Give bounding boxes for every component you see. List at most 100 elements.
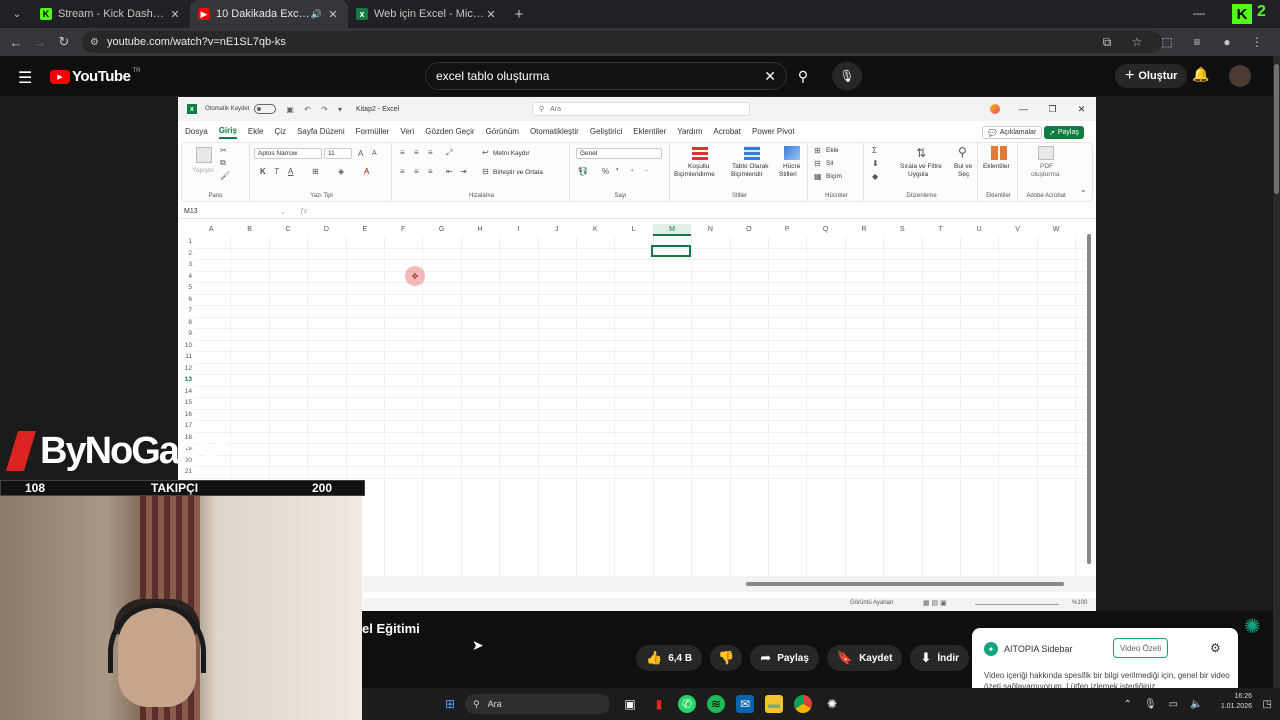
- ribbon-tab[interactable]: Acrobat: [713, 127, 741, 138]
- increase-font-icon[interactable]: A: [358, 149, 363, 158]
- new-tab-button[interactable]: +: [506, 6, 532, 23]
- ribbon-tab[interactable]: Sayfa Düzeni: [297, 127, 345, 138]
- excel-search-input[interactable]: ⚲ Ara: [532, 102, 750, 116]
- cell-styles-label[interactable]: Hücre: [783, 163, 800, 170]
- row-header[interactable]: 11: [178, 351, 192, 363]
- ribbon-tab[interactable]: Giriş: [218, 126, 237, 139]
- red-app-icon[interactable]: ▮: [650, 695, 668, 713]
- column-header[interactable]: V: [998, 224, 1036, 236]
- chevron-down-icon[interactable]: ⌄: [280, 208, 286, 216]
- increase-indent-icon[interactable]: ⇥: [460, 167, 467, 176]
- column-header[interactable]: T: [922, 224, 960, 236]
- format-as-table-label[interactable]: Biçimlendir: [731, 171, 763, 178]
- view-mode-icons[interactable]: ▦ ▤ ▣: [923, 599, 947, 607]
- column-header[interactable]: R: [845, 224, 883, 236]
- column-header[interactable]: E: [346, 224, 384, 236]
- conditional-formatting-label[interactable]: Biçimlendirme: [674, 171, 715, 178]
- close-tab-icon[interactable]: ✕: [168, 8, 182, 21]
- column-header[interactable]: N: [691, 224, 729, 236]
- tab-search-icon[interactable]: ⌄: [6, 4, 28, 24]
- notification-icon[interactable]: ◳: [1263, 699, 1272, 710]
- fill-icon[interactable]: ⬇: [872, 159, 879, 168]
- row-header[interactable]: 10: [178, 340, 192, 352]
- create-pdf-label[interactable]: PDF: [1040, 163, 1053, 170]
- ribbon-tab[interactable]: Görünüm: [486, 127, 519, 138]
- addins-label[interactable]: Eklentiler: [983, 163, 1010, 170]
- cell-styles-icon[interactable]: [784, 146, 800, 160]
- cut-icon[interactable]: ✂: [220, 146, 227, 155]
- row-header[interactable]: 8: [178, 317, 192, 329]
- decrease-indent-icon[interactable]: ⇤: [446, 167, 453, 176]
- audio-playing-icon[interactable]: 🔊: [311, 9, 322, 20]
- microphone-tray-icon[interactable]: 🎙: [1144, 699, 1157, 710]
- avatar[interactable]: [1229, 65, 1251, 87]
- align-left-icon[interactable]: ≡: [400, 167, 405, 176]
- whatsapp-icon[interactable]: ✆: [678, 695, 696, 713]
- search-input[interactable]: excel tablo oluşturma ✕: [425, 62, 787, 90]
- ribbon-tab[interactable]: Eklentiler: [633, 127, 666, 138]
- minimize-icon[interactable]: —: [1009, 104, 1038, 114]
- row-header[interactable]: 7: [178, 305, 192, 317]
- reload-icon[interactable]: ↻: [52, 34, 76, 50]
- clear-icon[interactable]: ◆: [872, 172, 878, 181]
- dislike-button[interactable]: 👎: [710, 645, 743, 671]
- name-box[interactable]: M13: [184, 208, 280, 215]
- row-header[interactable]: 13: [178, 374, 192, 386]
- clear-search-icon[interactable]: ✕: [764, 68, 776, 85]
- browser-tab-excel[interactable]: x Web için Excel - Microsoft 365 ✕: [348, 0, 506, 28]
- file-explorer-icon[interactable]: ▬: [765, 695, 783, 713]
- spotify-icon[interactable]: ≋: [707, 695, 725, 713]
- function-icon[interactable]: ƒx: [300, 208, 307, 215]
- format-painter-icon[interactable]: 🖌: [220, 171, 230, 180]
- like-button[interactable]: 👍 6,4 B: [636, 645, 703, 671]
- taskbar-search-input[interactable]: ⚲ Ara: [465, 694, 610, 714]
- column-header[interactable]: C: [269, 224, 307, 236]
- row-header[interactable]: 9: [178, 328, 192, 340]
- column-header[interactable]: F: [384, 224, 422, 236]
- ribbon-tab[interactable]: Veri: [400, 127, 414, 138]
- wrap-text-icon[interactable]: ↩: [482, 148, 489, 157]
- column-header[interactable]: I: [499, 224, 537, 236]
- column-header[interactable]: A: [192, 224, 230, 236]
- notifications-bell-icon[interactable]: 🔔: [1192, 66, 1209, 83]
- zoom-slider[interactable]: [975, 604, 1059, 605]
- autosave-toggle[interactable]: [254, 104, 277, 114]
- decrease-font-icon[interactable]: A: [372, 150, 377, 157]
- percent-icon[interactable]: %: [602, 167, 609, 176]
- page-scrollbar[interactable]: [1273, 56, 1280, 720]
- display-settings-button[interactable]: Görüntü Ayarları: [850, 600, 894, 606]
- ribbon-tab[interactable]: Power Pivot: [752, 127, 795, 138]
- row-header[interactable]: 14: [178, 386, 192, 398]
- column-header[interactable]: G: [422, 224, 460, 236]
- download-button[interactable]: ⬇ İndir: [910, 645, 970, 671]
- align-top-icon[interactable]: ≡: [400, 148, 405, 157]
- align-middle-icon[interactable]: ≡: [414, 148, 419, 157]
- close-tab-icon[interactable]: ✕: [484, 8, 498, 21]
- copy-icon[interactable]: ⧉: [220, 158, 226, 168]
- restore-icon[interactable]: ❐: [1038, 104, 1067, 115]
- merge-center-button[interactable]: Birleştir ve Ortala: [493, 169, 543, 176]
- url-field[interactable]: ⚙ youtube.com/watch?v=nE1SL7qb-ks: [82, 31, 1162, 53]
- forward-icon[interactable]: →: [28, 35, 52, 50]
- ribbon-tab[interactable]: Dosya: [185, 127, 208, 138]
- find-select-label[interactable]: Bul ve: [954, 163, 972, 170]
- profile-icon[interactable]: ●: [1212, 35, 1242, 49]
- sort-filter-label[interactable]: Sırala ve Filtre: [900, 163, 942, 170]
- cell-styles-label[interactable]: Stilleri: [779, 171, 797, 178]
- chevron-up-icon[interactable]: ⌃: [1124, 699, 1132, 710]
- monitor-icon[interactable]: ▭: [1169, 699, 1178, 710]
- gear-icon[interactable]: ⚙: [1210, 641, 1221, 655]
- collapse-ribbon-icon[interactable]: ⌄: [1080, 185, 1087, 194]
- taskbar-clock[interactable]: 16:26 1.01.2026: [1214, 692, 1252, 712]
- row-header[interactable]: 15: [178, 397, 192, 409]
- column-header[interactable]: B: [230, 224, 268, 236]
- column-header[interactable]: U: [960, 224, 998, 236]
- find-select-label[interactable]: Seç: [958, 171, 969, 178]
- align-right-icon[interactable]: ≡: [428, 167, 433, 176]
- youtube-logo[interactable]: ▶ YouTube TR: [50, 68, 140, 85]
- close-tab-icon[interactable]: ✕: [326, 8, 340, 21]
- sheet-vertical-scrollbar[interactable]: [1086, 228, 1092, 573]
- font-name-select[interactable]: Aptos Narrow: [254, 148, 322, 159]
- orientation-icon[interactable]: ⤢: [446, 148, 452, 158]
- ribbon-tab[interactable]: Çiz: [274, 127, 286, 138]
